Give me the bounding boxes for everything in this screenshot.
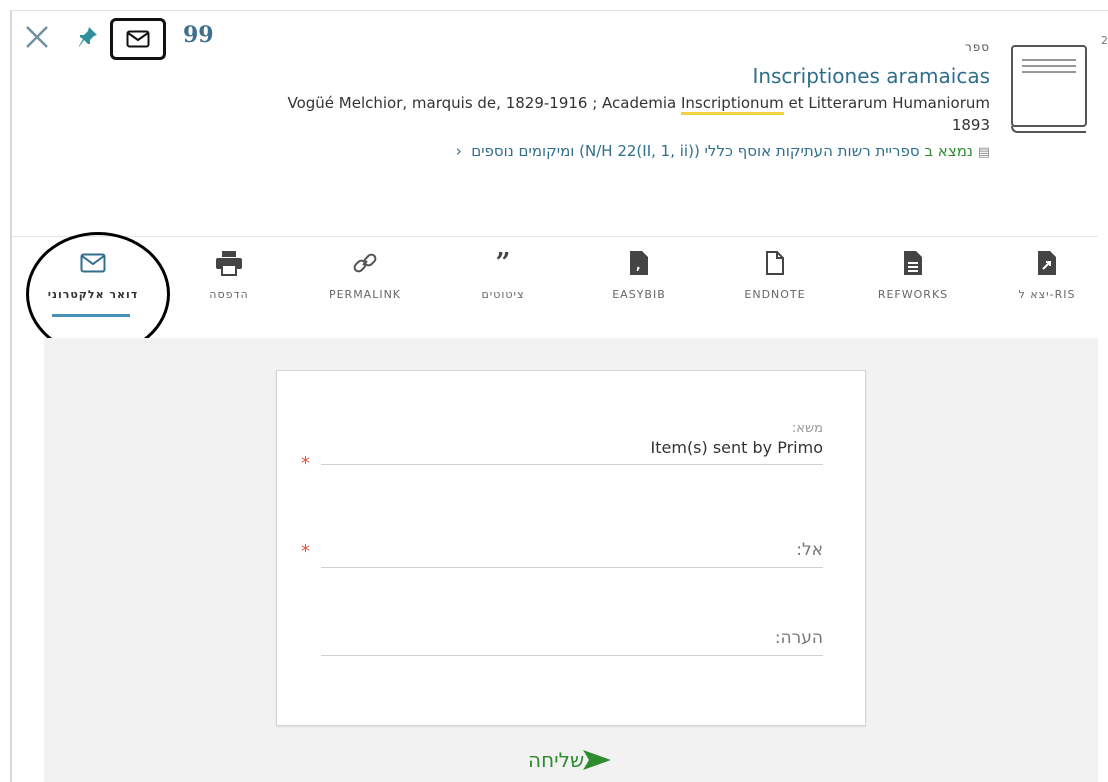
tool-label: הדפסה <box>209 288 249 301</box>
tool-label: יצא ל-RIS <box>1018 288 1076 301</box>
tool-endnote[interactable]: ENDNOTE <box>720 246 830 301</box>
tool-export-ris[interactable]: יצא ל-RIS <box>992 246 1102 301</box>
record-creator: Vogüé Melchior, marquis de, 1829-1916 ; … <box>190 92 990 115</box>
creator-text-end: et Litterarum Humaniorum <box>783 94 990 112</box>
tool-label: PERMALINK <box>328 288 402 301</box>
availability-status: נמצא ב <box>924 142 973 160</box>
to-field[interactable]: אל: <box>321 537 823 568</box>
tool-label: ציטוטים <box>481 288 525 301</box>
tool-refworks[interactable]: REFWORKS <box>858 246 968 301</box>
tool-print[interactable]: הדפסה <box>174 246 284 301</box>
highlighted-term: Inscriptionum <box>680 94 784 115</box>
pin-icon[interactable] <box>78 26 98 48</box>
tool-citation[interactable]: ” ציטוטים <box>448 246 558 301</box>
divider <box>12 236 1098 237</box>
quote-icon: ” <box>495 248 511 278</box>
record-details: ספר Inscriptiones aramaicas Vogüé Melchi… <box>190 40 990 164</box>
tool-email[interactable]: דואר אלקטרוני <box>38 246 148 301</box>
tool-easybib[interactable]: , EASYBIB <box>584 246 694 301</box>
more-locations-link[interactable]: ומיקומים נוספים <box>471 142 574 160</box>
email-form-card: משא: Item(s) sent by Primo * אל: * הערה: <box>276 370 866 726</box>
send-to-toolbar: דואר אלקטרוני הדפסה PERMALINK ” ציטוטים … <box>12 238 1102 338</box>
required-marker: * <box>301 541 310 562</box>
active-tab-indicator <box>52 314 130 317</box>
subject-label: משא: <box>791 421 823 436</box>
tool-label: REFWORKS <box>877 288 949 301</box>
close-icon[interactable] <box>24 24 50 50</box>
mail-icon <box>38 246 148 280</box>
availability-location: ספריית רשות העתיקות אוסף כללי (N/H 22(II… <box>579 142 920 160</box>
note-field[interactable]: הערה: <box>321 625 823 656</box>
document-icon <box>858 246 968 280</box>
svg-text:,: , <box>636 258 641 272</box>
send-label: שליחה <box>528 748 585 772</box>
mail-icon <box>126 30 150 48</box>
print-icon <box>174 246 284 280</box>
send-button[interactable]: שליחה <box>528 748 612 772</box>
easybib-icon: , <box>584 246 694 280</box>
required-marker: * <box>301 453 310 474</box>
availability-line[interactable]: ▤ נמצא ב ספריית רשות העתיקות אוסף כללי (… <box>190 140 990 164</box>
to-input[interactable]: אל: <box>321 537 823 567</box>
record-year: 1893 <box>951 116 990 134</box>
link-icon <box>310 246 420 280</box>
tool-label: ENDNOTE <box>744 288 806 301</box>
book-icon <box>1008 42 1090 134</box>
subject-field[interactable]: משא: Item(s) sent by Primo <box>321 421 823 465</box>
tool-label: דואר אלקטרוני <box>47 288 139 301</box>
tool-label: EASYBIB <box>612 288 666 301</box>
record-title[interactable]: Inscriptiones aramaicas <box>190 62 990 90</box>
note-input[interactable]: הערה: <box>321 625 823 655</box>
availability-book-icon: ▤ <box>977 145 990 160</box>
creator-text: Vogüé Melchior, marquis de, 1829-1916 ; … <box>287 94 681 112</box>
send-arrow-icon <box>583 750 612 770</box>
chevron-left-icon[interactable]: ‹ <box>456 142 467 160</box>
export-icon <box>992 246 1102 280</box>
send-email-button[interactable] <box>110 18 166 60</box>
tool-permalink[interactable]: PERMALINK <box>310 246 420 301</box>
file-icon <box>720 246 830 280</box>
result-number: 2 <box>1101 34 1108 47</box>
record-type: ספר <box>964 40 990 54</box>
subject-input[interactable]: Item(s) sent by Primo <box>321 436 823 464</box>
